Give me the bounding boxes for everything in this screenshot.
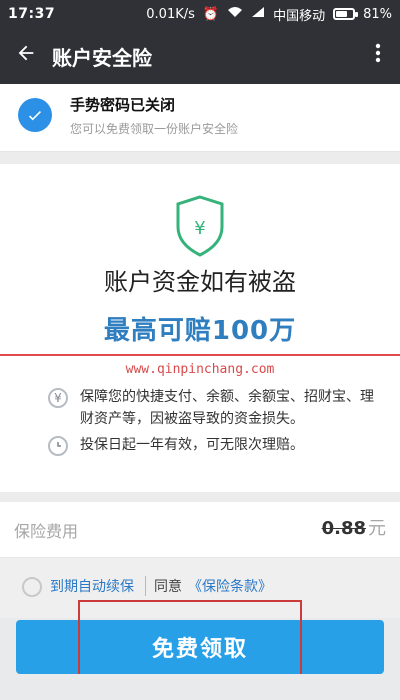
divider	[145, 576, 146, 596]
agree-text: 同意	[154, 579, 182, 595]
alarm-icon: ⏰	[202, 6, 220, 22]
auto-renew-radio[interactable]	[22, 577, 42, 597]
section-divider	[0, 152, 400, 164]
battery-percent: 81%	[363, 6, 392, 22]
fee-price: 0.88 元	[322, 514, 386, 540]
check-circle-icon	[18, 98, 52, 132]
yen-circle-icon: ¥	[48, 388, 68, 408]
subheadline: 最高可赔100万	[103, 316, 297, 346]
price-value: 0.88	[321, 518, 366, 539]
price-unit: 元	[368, 518, 386, 539]
yen-shield-icon: ¥	[170, 192, 230, 262]
fee-row: 保险费用 0.88 元	[0, 502, 400, 558]
fee-label: 保险费用	[14, 522, 79, 541]
battery-icon	[333, 8, 359, 20]
claim-button[interactable]: 免费领取	[16, 620, 384, 674]
headline: 账户资金如有被盗	[104, 268, 296, 296]
red-underline	[0, 354, 400, 356]
status-time: 17:37	[8, 6, 56, 22]
feature-item: ¥ 保障您的快捷支付、余额、余额宝、招财宝、理财资产等，因被盗导致的资金损失。	[48, 386, 378, 430]
claim-button-label: 免费领取	[151, 637, 248, 662]
app-bar: 账户安全险	[0, 28, 400, 84]
more-vert-icon	[375, 43, 381, 69]
watermark: www.qinpinchang.com	[125, 362, 275, 377]
insurance-info: ¥ 账户资金如有被盗 最高可赔100万 www.qinpinchang.com …	[0, 164, 400, 514]
notice-card: 手势密码已关闭 您可以免费领取一份账户安全险	[0, 84, 400, 152]
wifi-icon	[227, 6, 243, 22]
agreement-row: 到期自动续保 同意 《保险条款》	[0, 558, 400, 618]
status-bar: 17:37 0.01K/s ⏰ 中国移动 81%	[0, 0, 400, 28]
feature-text: 投保日起一年有效，可无限次理赔。	[80, 437, 304, 453]
arrow-left-icon	[15, 42, 37, 70]
terms-link[interactable]: 《保险条款》	[188, 576, 272, 596]
status-right: 0.01K/s ⏰ 中国移动 81%	[146, 5, 392, 24]
auto-renew-label[interactable]: 到期自动续保	[50, 576, 134, 596]
carrier-name: 中国移动	[273, 8, 326, 24]
feature-text: 保障您的快捷支付、余额、余额宝、招财宝、理财资产等，因被盗导致的资金损失。	[80, 389, 374, 427]
svg-text:¥: ¥	[194, 218, 205, 239]
more-button[interactable]	[356, 28, 400, 84]
notice-subtitle: 您可以免费领取一份账户安全险	[70, 122, 239, 136]
signal-icon	[251, 6, 265, 22]
page-title: 账户安全险	[52, 45, 152, 70]
bottom-area	[0, 674, 400, 700]
notice-title: 手势密码已关闭	[70, 96, 176, 114]
network-speed: 0.01K/s	[146, 6, 195, 22]
feature-item: 投保日起一年有效，可无限次理赔。	[48, 434, 378, 456]
section-divider	[0, 492, 400, 502]
back-button[interactable]	[0, 28, 52, 84]
clock-icon	[48, 436, 68, 456]
